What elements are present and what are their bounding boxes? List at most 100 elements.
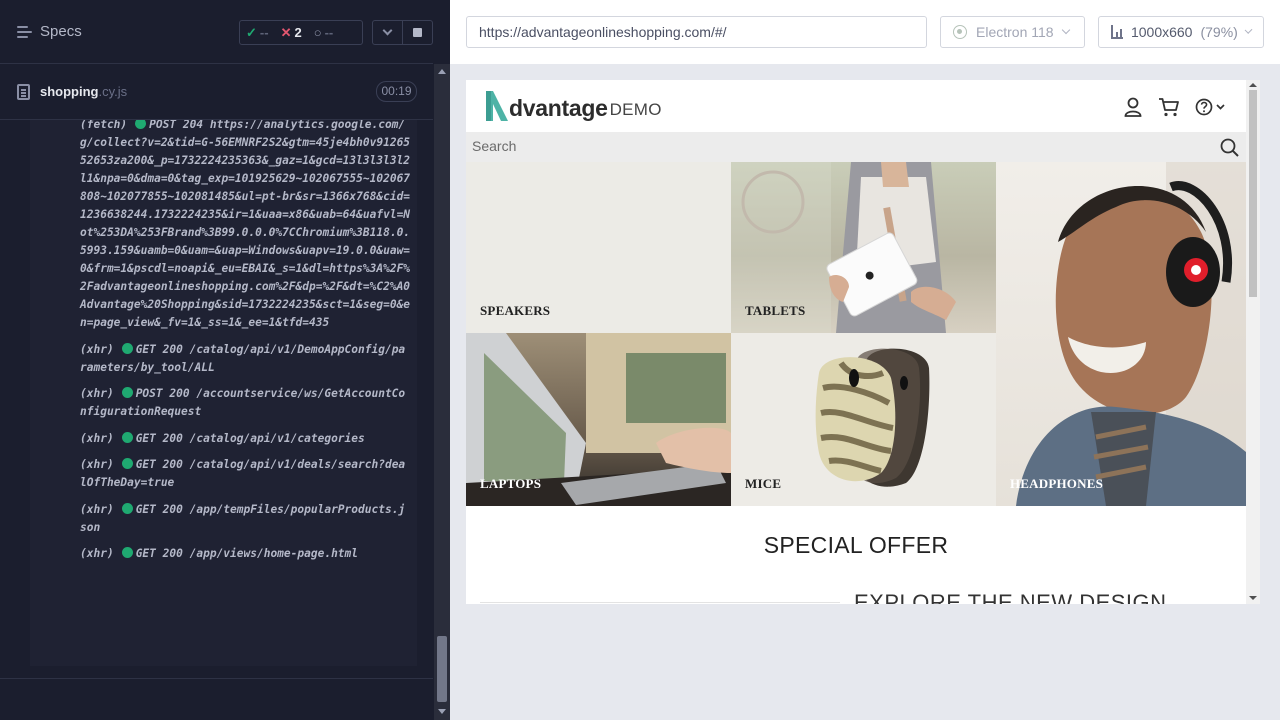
category-tile-speakers[interactable]: SPEAKERS <box>466 162 731 333</box>
stop-button[interactable] <box>402 20 433 45</box>
browser-selector[interactable]: Electron 118 <box>940 16 1085 48</box>
request-method: GET <box>135 547 156 560</box>
file-icon <box>17 84 30 100</box>
request-status: 200 <box>162 502 183 516</box>
request-method: GET <box>135 431 156 445</box>
spec-file-name[interactable]: shopping.cy.js <box>40 84 127 99</box>
headphones-photo <box>1016 162 1246 506</box>
pending-stat: ○ -- <box>308 21 340 44</box>
chevron-down-icon <box>1061 25 1070 35</box>
command-log-entry[interactable]: (xhr) GET 200 /app/views/home-page.html <box>80 545 411 563</box>
app-under-test-frame: dvantage DEMO Search SPEAKERS TABLETS HE… <box>466 80 1260 604</box>
request-type: (xhr) <box>80 547 114 560</box>
duration-badge: 00:19 <box>376 81 417 102</box>
passed-count: -- <box>259 25 269 40</box>
passed-stat: ✓ -- <box>240 21 275 44</box>
request-url: /catalog/api/v1/categories <box>189 431 365 445</box>
preview-header: https://advantageonlineshopping.com/#/ E… <box>450 0 1280 64</box>
request-method: POST <box>135 387 163 400</box>
ruler-icon <box>1111 25 1123 39</box>
request-type: (xhr) <box>80 458 114 471</box>
request-type: (xhr) <box>80 502 114 516</box>
options-dropdown-button[interactable] <box>372 20 403 45</box>
request-type: (xhr) <box>80 431 114 445</box>
viewport-selector[interactable]: 1000x660 (79%) <box>1098 16 1264 48</box>
viewport-size: 1000x660 <box>1130 24 1193 40</box>
user-icon[interactable] <box>1122 96 1144 118</box>
search-bar[interactable]: Search <box>466 132 1246 162</box>
runner-header: Specs ✓ -- ✕ 2 ○ -- <box>0 0 433 64</box>
command-log-entry[interactable]: (xhr) GET 200 /app/tempFiles/popularProdu… <box>80 501 411 537</box>
check-icon: ✓ <box>246 24 257 40</box>
menu-icon <box>17 25 32 38</box>
divider <box>0 678 433 679</box>
request-url: /app/views/home-page.html <box>189 547 359 560</box>
status-dot-icon <box>121 431 133 443</box>
request-method: GET <box>135 342 156 356</box>
browser-label: Electron 118 <box>976 24 1054 40</box>
status-dot-icon <box>121 502 133 514</box>
request-method: POST <box>149 120 177 131</box>
scroll-thumb[interactable] <box>1249 90 1257 297</box>
request-type: (xhr) <box>80 387 114 400</box>
command-log-entry[interactable]: (xhr) POST 200 /accountservice/ws/GetAcco… <box>80 385 411 421</box>
search-icon[interactable] <box>1220 138 1239 157</box>
help-icon[interactable] <box>1194 96 1228 118</box>
category-label: MICE <box>745 476 782 491</box>
command-log-entry[interactable]: (xhr) GET 200 /catalog/api/v1/DemoAppConf… <box>80 341 411 377</box>
status-dot-icon <box>121 342 133 354</box>
cart-icon[interactable] <box>1158 96 1180 118</box>
scroll-down-icon <box>438 709 446 714</box>
explore-heading: EXPLORE THE NEW DESIGN <box>854 590 1167 604</box>
category-label: SPEAKERS <box>480 303 551 318</box>
cypress-runner-panel: Specs ✓ -- ✕ 2 ○ -- shopping.cy.js 00:19… <box>0 0 450 720</box>
logo-demo: DEMO <box>609 100 662 119</box>
scroll-thumb[interactable] <box>437 636 447 702</box>
x-icon: ✕ <box>280 24 292 40</box>
viewport-scale: (79%) <box>1200 24 1238 40</box>
failed-count: 2 <box>294 25 302 40</box>
request-method: GET <box>135 458 156 471</box>
logo-mark-icon <box>486 91 508 121</box>
request-status: 200 <box>162 342 183 356</box>
stop-icon <box>413 28 422 37</box>
request-status: 200 <box>162 547 183 560</box>
search-input[interactable]: Search <box>472 138 516 154</box>
category-tile-mice[interactable]: MICE <box>731 333 996 506</box>
page-scrollbar[interactable] <box>1246 80 1260 604</box>
divider <box>480 602 840 603</box>
aut-preview-panel: https://advantageonlineshopping.com/#/ E… <box>450 0 1280 720</box>
logo-word: dvantage <box>509 95 608 121</box>
scroll-down-icon <box>1249 596 1257 600</box>
category-tile-laptops[interactable]: LAPTOPS <box>466 333 731 506</box>
advantage-logo[interactable]: dvantage DEMO <box>484 88 662 122</box>
command-log-entry[interactable]: (xhr) GET 200 /catalog/api/v1/deals/searc… <box>80 456 411 492</box>
category-tile-headphones[interactable]: HEADPHONES <box>996 162 1246 506</box>
status-dot-icon <box>121 387 133 398</box>
pending-icon: ○ <box>313 25 322 40</box>
scroll-up-icon <box>438 69 446 74</box>
command-log-entry[interactable]: (xhr) GET 200 /catalog/api/v1/categories <box>80 430 411 448</box>
chevron-down-icon <box>382 25 393 36</box>
failed-stat: ✕ 2 <box>275 21 308 44</box>
request-type: (fetch) <box>80 120 128 131</box>
header-actions <box>1122 96 1228 118</box>
category-label: HEADPHONES <box>1010 476 1104 491</box>
test-stats: ✓ -- ✕ 2 ○ -- <box>239 20 363 45</box>
category-label: LAPTOPS <box>480 476 542 491</box>
url-bar[interactable]: https://advantageonlineshopping.com/#/ <box>466 16 927 48</box>
request-status: 200 <box>162 458 183 471</box>
request-status: 200 <box>162 431 183 445</box>
specs-toggle-button[interactable]: Specs <box>17 23 82 40</box>
special-offer-heading: SPECIAL OFFER <box>763 532 949 558</box>
runner-scrollbar[interactable] <box>434 64 450 720</box>
command-log: (fetch) POST 204 https://analytics.google… <box>30 120 417 666</box>
status-dot-icon <box>121 458 133 469</box>
request-type: (xhr) <box>80 342 114 356</box>
category-tile-tablets[interactable]: TABLETS <box>731 162 996 333</box>
electron-icon <box>953 25 967 39</box>
pending-count: -- <box>324 25 334 40</box>
command-log-entry[interactable]: (fetch) POST 204 https://analytics.google… <box>80 120 411 332</box>
scroll-up-icon <box>1249 83 1257 87</box>
request-status: 200 <box>169 387 190 400</box>
